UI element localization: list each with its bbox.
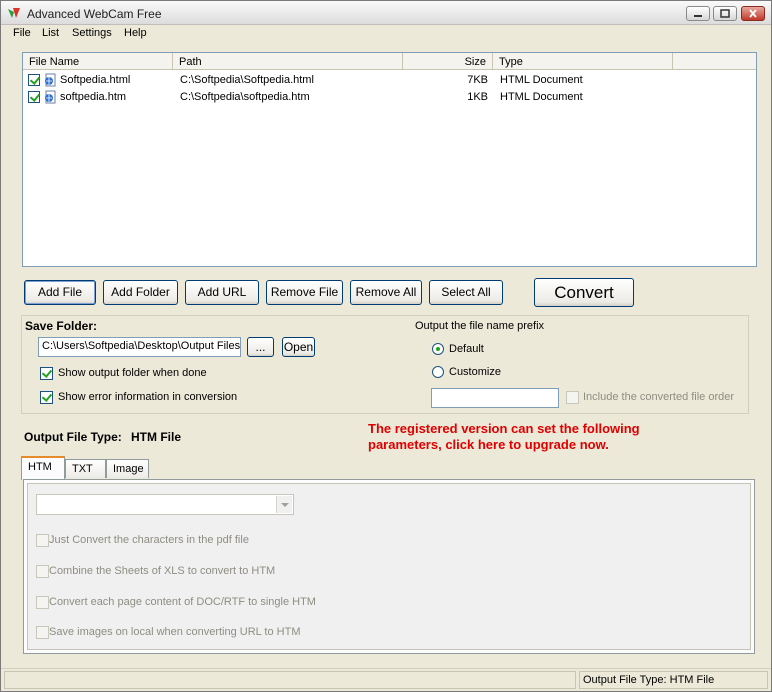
upgrade-text-line2: parameters, click here to upgrade now. <box>368 437 609 452</box>
status-bar: Output File Type: HTM File <box>1 668 771 691</box>
prefix-label: Output the file name prefix <box>415 320 545 332</box>
tab-panel-htm: Just Convert the characters in the pdf f… <box>23 479 755 654</box>
prefix-customize-radio[interactable] <box>432 366 444 378</box>
custom-prefix-input[interactable] <box>431 388 559 408</box>
browse-button[interactable]: ... <box>247 337 274 357</box>
tab-image[interactable]: Image <box>106 459 149 478</box>
option-checkbox[interactable] <box>36 534 49 547</box>
tab-htm[interactable]: HTM <box>21 456 65 480</box>
option-label: Combine the Sheets of XLS to convert to … <box>49 565 276 577</box>
minimize-button[interactable] <box>686 6 710 21</box>
upgrade-link[interactable]: The registered version can set the follo… <box>368 421 640 453</box>
option-label: Save images on local when converting URL… <box>49 626 301 638</box>
add-file-button[interactable]: Add File <box>24 280 96 305</box>
close-icon <box>749 9 757 18</box>
prefix-customize-label: Customize <box>449 366 501 378</box>
row-size: 7KB <box>467 74 488 86</box>
column-type[interactable]: Type <box>493 53 673 70</box>
prefix-default-radio[interactable] <box>432 343 444 355</box>
maximize-button[interactable] <box>713 6 737 21</box>
html-file-icon <box>45 73 56 87</box>
show-errors-label: Show error information in conversion <box>58 391 238 403</box>
save-folder-label: Save Folder: <box>25 319 98 333</box>
row-path: C:\Softpedia\softpedia.htm <box>180 91 310 103</box>
close-button[interactable] <box>741 6 765 21</box>
option-label: Just Convert the characters in the pdf f… <box>49 534 249 546</box>
upgrade-text-line1: The registered version can set the follo… <box>368 421 640 436</box>
row-type: HTML Document <box>500 74 583 86</box>
html-file-icon <box>45 90 56 104</box>
convert-button[interactable]: Convert <box>534 278 634 307</box>
table-row[interactable]: Softpedia.html C:\Softpedia\Softpedia.ht… <box>23 72 756 89</box>
output-type-value: HTM File <box>131 430 181 444</box>
add-url-button[interactable]: Add URL <box>185 280 259 305</box>
row-type: HTML Document <box>500 91 583 103</box>
maximize-icon <box>720 9 730 18</box>
column-size[interactable]: Size <box>403 53 493 70</box>
show-errors-checkbox[interactable] <box>40 391 53 404</box>
tab-txt[interactable]: TXT <box>65 459 106 478</box>
row-file-name: Softpedia.html <box>60 74 131 86</box>
row-file-name: softpedia.htm <box>60 91 127 103</box>
app-logo-icon <box>8 8 20 18</box>
column-path[interactable]: Path <box>173 53 403 70</box>
include-order-label: Include the converted file order <box>583 391 735 403</box>
output-type-label: Output File Type: <box>24 430 122 444</box>
remove-file-button[interactable]: Remove File <box>266 280 343 305</box>
prefix-default-label: Default <box>449 343 484 355</box>
save-folder-input[interactable]: C:\Users\Softpedia\Desktop\Output Files <box>38 337 241 357</box>
title-bar[interactable]: Advanced WebCam Free <box>1 1 771 25</box>
menu-list[interactable]: List <box>42 27 59 39</box>
minimize-icon <box>694 15 702 17</box>
menu-help[interactable]: Help <box>124 27 147 39</box>
show-output-checkbox[interactable] <box>40 367 53 380</box>
main-window: Advanced WebCam Free File List Settings … <box>0 0 772 692</box>
row-size: 1KB <box>467 91 488 103</box>
table-row[interactable]: softpedia.htm C:\Softpedia\softpedia.htm… <box>23 89 756 106</box>
option-checkbox[interactable] <box>36 565 49 578</box>
row-checkbox[interactable] <box>28 74 40 86</box>
include-order-checkbox[interactable] <box>566 391 579 404</box>
htm-option-select[interactable] <box>36 494 294 515</box>
status-left <box>4 671 576 689</box>
select-all-button[interactable]: Select All <box>429 280 503 305</box>
row-checkbox[interactable] <box>28 91 40 103</box>
file-list[interactable]: File Name Path Size Type Softpedia.html … <box>22 52 757 267</box>
row-path: C:\Softpedia\Softpedia.html <box>180 74 314 86</box>
option-checkbox[interactable] <box>36 596 49 609</box>
add-folder-button[interactable]: Add Folder <box>103 280 178 305</box>
option-checkbox[interactable] <box>36 626 49 639</box>
show-output-label: Show output folder when done <box>58 367 207 379</box>
open-folder-button[interactable]: Open <box>282 337 315 357</box>
status-output-type: Output File Type: HTM File <box>579 671 768 689</box>
column-file-name[interactable]: File Name <box>23 53 173 70</box>
menu-settings[interactable]: Settings <box>72 27 112 39</box>
menu-bar: File List Settings Help <box>1 25 771 43</box>
file-list-header: File Name Path Size Type <box>23 53 756 70</box>
window-title: Advanced WebCam Free <box>27 7 162 21</box>
htm-options-group: Just Convert the characters in the pdf f… <box>27 483 751 650</box>
chevron-down-icon[interactable] <box>276 496 292 513</box>
option-label: Convert each page content of DOC/RTF to … <box>49 596 316 608</box>
menu-file[interactable]: File <box>13 27 31 39</box>
remove-all-button[interactable]: Remove All <box>350 280 422 305</box>
